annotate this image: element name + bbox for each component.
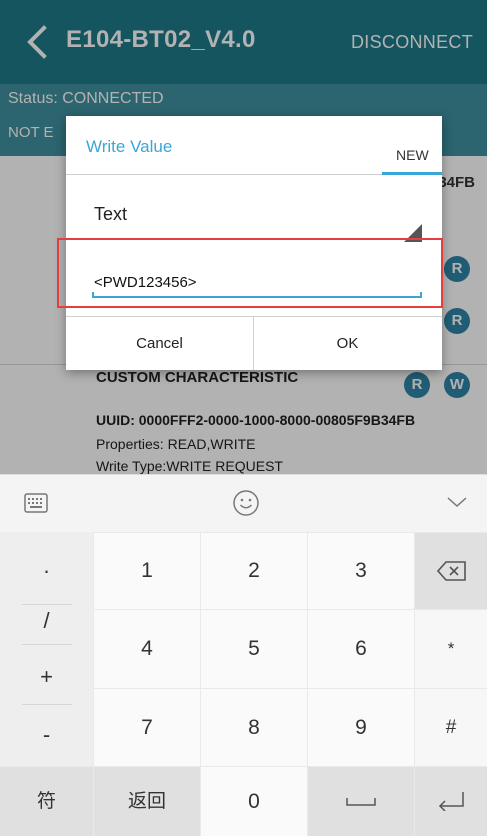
key-8[interactable]: 8 xyxy=(201,689,307,766)
key-separator xyxy=(22,644,72,645)
ok-button[interactable]: OK xyxy=(254,317,441,370)
format-spinner[interactable]: Text xyxy=(94,204,127,225)
keyboard-toolbar xyxy=(0,474,487,532)
key-0[interactable]: 0 xyxy=(201,767,307,836)
space-key[interactable] xyxy=(308,767,414,836)
symbol-column: · / + - xyxy=(0,532,93,766)
key-2[interactable]: 2 xyxy=(201,533,307,609)
key-separator xyxy=(22,704,72,705)
tab-new[interactable]: NEW xyxy=(396,147,429,163)
key-1[interactable]: 1 xyxy=(94,533,200,609)
key-slash[interactable]: / xyxy=(0,592,93,650)
space-icon xyxy=(346,797,376,807)
symbol-key[interactable]: 符 xyxy=(0,767,93,836)
tab-indicator xyxy=(382,172,442,175)
value-input[interactable] xyxy=(94,268,422,296)
key-5[interactable]: 5 xyxy=(201,610,307,688)
backspace-key[interactable] xyxy=(415,533,487,609)
key-6[interactable]: 6 xyxy=(308,610,414,688)
numeric-keyboard: · / + - 1 2 3 4 5 6 * 7 8 9 # 符 返回 0 xyxy=(0,532,487,836)
back-key[interactable]: 返回 xyxy=(94,767,200,836)
key-3[interactable]: 3 xyxy=(308,533,414,609)
key-plus[interactable]: + xyxy=(0,648,93,706)
emoji-icon[interactable] xyxy=(232,489,260,517)
key-7[interactable]: 7 xyxy=(94,689,200,766)
keyboard-icon[interactable] xyxy=(24,493,48,513)
write-value-dialog: Write Value NEW Text Cancel OK xyxy=(66,116,442,370)
enter-key[interactable] xyxy=(415,767,487,836)
key-asterisk[interactable]: * xyxy=(415,610,487,688)
backspace-icon xyxy=(437,561,467,581)
cancel-button[interactable]: Cancel xyxy=(66,317,253,370)
chevron-down-icon[interactable] xyxy=(446,493,468,511)
dialog-title: Write Value xyxy=(86,137,173,156)
input-underline xyxy=(92,292,422,298)
spinner-arrow-icon[interactable] xyxy=(404,224,422,242)
key-hash[interactable]: # xyxy=(415,689,487,766)
key-9[interactable]: 9 xyxy=(308,689,414,766)
enter-icon xyxy=(437,791,465,811)
key-4[interactable]: 4 xyxy=(94,610,200,688)
key-minus[interactable]: - xyxy=(0,706,93,764)
